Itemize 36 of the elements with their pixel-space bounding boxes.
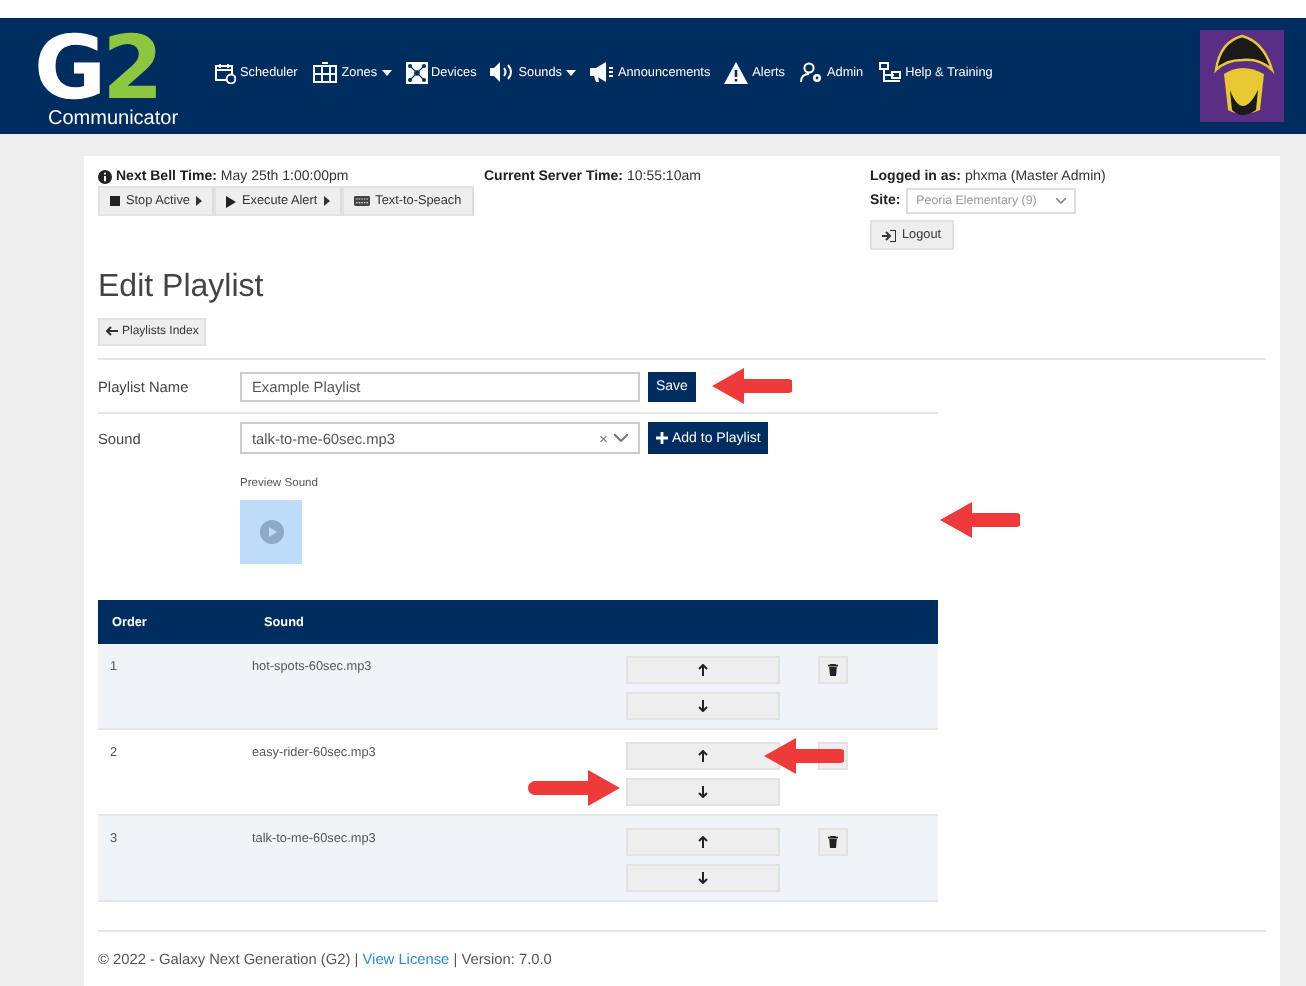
trash-icon [828,664,838,676]
plus-icon [656,432,668,444]
delete-button[interactable] [818,656,848,684]
delete-button[interactable] [818,828,848,856]
logo-subtitle: Communicator [48,108,179,130]
stop-icon [110,196,120,206]
trash-icon [828,836,838,848]
move-down-button[interactable] [626,864,780,892]
info-icon [98,170,112,184]
up-arrow-icon [698,664,708,676]
warning-icon [724,61,749,83]
floor-plan-icon [311,61,338,83]
left-arrow-icon [106,326,118,336]
speaker-icon [490,62,515,82]
chevron-icon [614,434,628,442]
down-arrow-icon [698,700,708,712]
play-icon [225,195,236,207]
chevron-icon [1056,198,1067,204]
user-gear-icon [799,61,823,83]
logo-letter: G [34,30,103,110]
org-chart-icon [877,61,902,83]
calendar-icon [214,61,236,83]
move-up-button[interactable] [626,742,780,770]
network-icon [405,61,428,83]
page-title: Edit Playlist [98,270,266,306]
megaphone-icon [589,62,614,82]
sign-out-icon [882,229,896,241]
move-down-button[interactable] [626,692,780,720]
up-arrow-icon [698,750,708,762]
logo-letter: 2 [102,30,160,110]
play-button[interactable] [240,500,302,564]
down-arrow-icon [698,872,708,884]
keyboard-icon [353,196,370,206]
play-icon [259,520,283,544]
up-arrow-icon [698,836,708,848]
down-arrow-icon [698,786,708,798]
